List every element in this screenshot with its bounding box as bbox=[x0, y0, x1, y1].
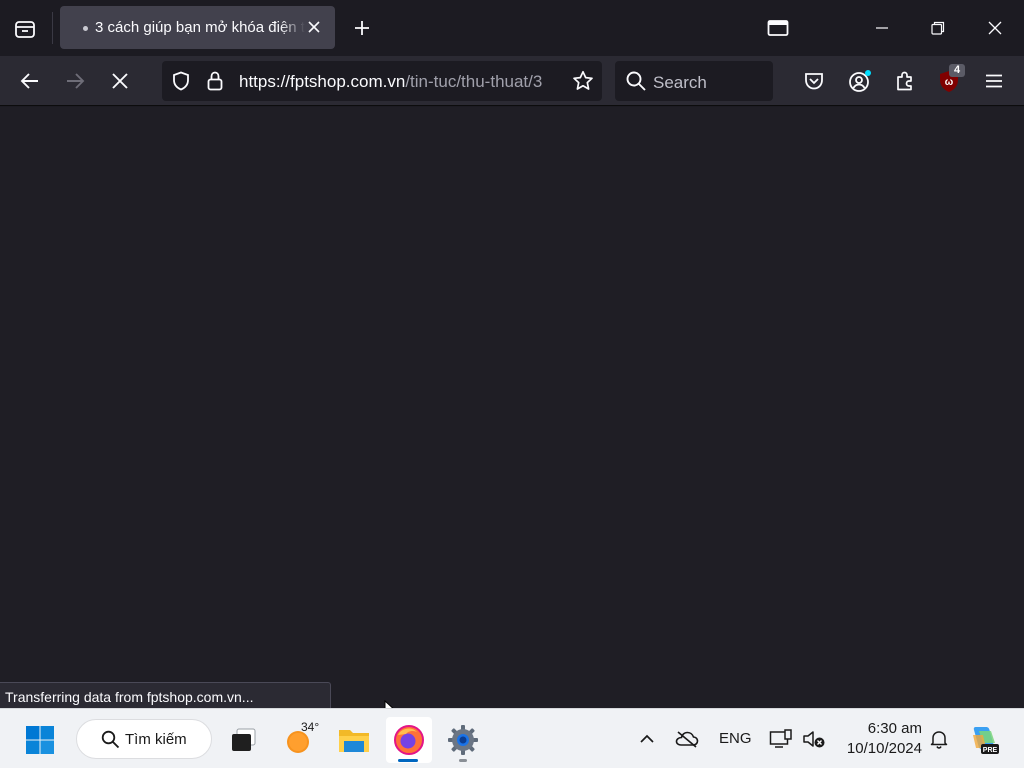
minimize-icon bbox=[876, 27, 888, 29]
forward-arrow-icon bbox=[67, 73, 85, 89]
network-icon bbox=[769, 729, 792, 748]
tracking-shield-icon bbox=[173, 71, 189, 91]
minimize-button[interactable] bbox=[864, 10, 900, 46]
account-icon bbox=[849, 70, 871, 92]
svg-text:ω: ω bbox=[945, 77, 954, 88]
network-button[interactable] bbox=[768, 728, 794, 750]
navigation-toolbar: https://fptshop.com.vn/tin-tuc/thu-thuat… bbox=[0, 56, 1024, 106]
tab-list-icon bbox=[15, 21, 35, 38]
list-all-tabs-button[interactable] bbox=[760, 10, 796, 46]
search-icon bbox=[101, 730, 120, 749]
show-hidden-icons-button[interactable] bbox=[636, 728, 658, 750]
stop-icon bbox=[112, 73, 128, 89]
star-icon bbox=[573, 70, 593, 90]
file-explorer-button[interactable] bbox=[334, 720, 374, 760]
taskbar-search-label: Tìm kiếm bbox=[125, 731, 187, 748]
pocket-button[interactable] bbox=[797, 64, 831, 98]
window-tabs-icon bbox=[767, 20, 789, 36]
status-panel: Transferring data from fptshop.com.vn... bbox=[0, 682, 331, 709]
clock-date: 10/10/2024 bbox=[846, 740, 922, 757]
restore-button[interactable] bbox=[920, 10, 956, 46]
url-path: /tin-tuc/thu-thuat/3 bbox=[405, 72, 543, 91]
volume-muted-icon bbox=[803, 731, 825, 748]
close-icon bbox=[988, 21, 1002, 35]
weather-temp: 34° bbox=[301, 720, 320, 734]
tracking-protection-button[interactable] bbox=[169, 69, 193, 93]
copilot-icon: PRE bbox=[973, 727, 999, 754]
firefox-icon bbox=[394, 725, 424, 755]
onedrive-button[interactable] bbox=[674, 728, 700, 750]
search-placeholder: Search bbox=[653, 73, 707, 92]
taskbar-search[interactable]: Tìm kiếm bbox=[76, 719, 212, 759]
site-security-button[interactable] bbox=[203, 69, 227, 93]
url-bar[interactable]: https://fptshop.com.vn/tin-tuc/thu-thuat… bbox=[162, 61, 602, 101]
new-tab-button[interactable] bbox=[346, 12, 378, 44]
puzzle-icon bbox=[897, 71, 912, 91]
firefox-button[interactable] bbox=[389, 720, 429, 760]
stop-button[interactable] bbox=[103, 64, 137, 98]
tab-list-button[interactable] bbox=[8, 12, 42, 46]
search-icon bbox=[626, 71, 646, 91]
forward-button[interactable] bbox=[58, 64, 92, 98]
tab-loading-dot bbox=[83, 26, 88, 31]
app-menu-button[interactable] bbox=[977, 64, 1011, 98]
task-view-button[interactable] bbox=[223, 720, 263, 760]
notifications-button[interactable] bbox=[928, 728, 950, 750]
url-text[interactable]: https://fptshop.com.vn/tin-tuc/thu-thuat… bbox=[239, 72, 565, 92]
lock-icon bbox=[207, 71, 223, 91]
folder-icon bbox=[339, 730, 369, 752]
extensions-button[interactable] bbox=[888, 64, 922, 98]
hamburger-menu-icon bbox=[986, 74, 1002, 88]
url-host: https://fptshop.com.vn bbox=[239, 72, 406, 91]
extension-badge: 4 bbox=[949, 64, 965, 77]
volume-button[interactable] bbox=[801, 728, 827, 750]
settings-button[interactable] bbox=[443, 720, 483, 760]
start-button[interactable] bbox=[20, 720, 60, 760]
clock[interactable]: 6:30 am 10/10/2024 bbox=[830, 719, 922, 759]
bell-icon bbox=[930, 731, 948, 749]
status-text: Transferring data from fptshop.com.vn... bbox=[5, 689, 254, 705]
restore-icon bbox=[931, 21, 945, 35]
task-view-icon bbox=[232, 728, 256, 751]
taskbar: Tìm kiếm 34° ENG 6:30 am 10/10/2024 PRE bbox=[0, 708, 1024, 768]
tab-separator bbox=[52, 12, 53, 44]
cloud-offline-icon bbox=[675, 731, 699, 748]
tab-title: 3 cách giúp bạn mở khóa điện thoại bbox=[95, 19, 305, 36]
clock-time: 6:30 am bbox=[867, 720, 922, 737]
close-icon bbox=[308, 21, 320, 33]
close-window-button[interactable] bbox=[977, 10, 1013, 46]
plus-icon bbox=[355, 21, 369, 35]
copilot-button[interactable]: PRE bbox=[964, 720, 1004, 760]
bookmark-button[interactable] bbox=[571, 69, 595, 93]
input-language[interactable]: ENG bbox=[719, 730, 752, 747]
pocket-icon bbox=[805, 73, 823, 90]
firefox-running-indicator bbox=[398, 759, 418, 762]
chevron-up-icon bbox=[640, 734, 654, 743]
search-bar[interactable]: Search bbox=[615, 61, 773, 101]
tab-strip: 3 cách giúp bạn mở khóa điện thoại bbox=[0, 0, 1024, 56]
settings-running-indicator bbox=[459, 759, 467, 762]
tab-close-button[interactable] bbox=[305, 18, 323, 36]
back-button[interactable] bbox=[13, 64, 47, 98]
back-arrow-icon bbox=[20, 73, 38, 89]
page-content-area[interactable] bbox=[0, 107, 1024, 708]
account-button[interactable] bbox=[843, 64, 877, 98]
windows-start-icon bbox=[26, 726, 54, 754]
copilot-badge: PRE bbox=[983, 747, 998, 754]
gear-icon bbox=[448, 725, 478, 755]
